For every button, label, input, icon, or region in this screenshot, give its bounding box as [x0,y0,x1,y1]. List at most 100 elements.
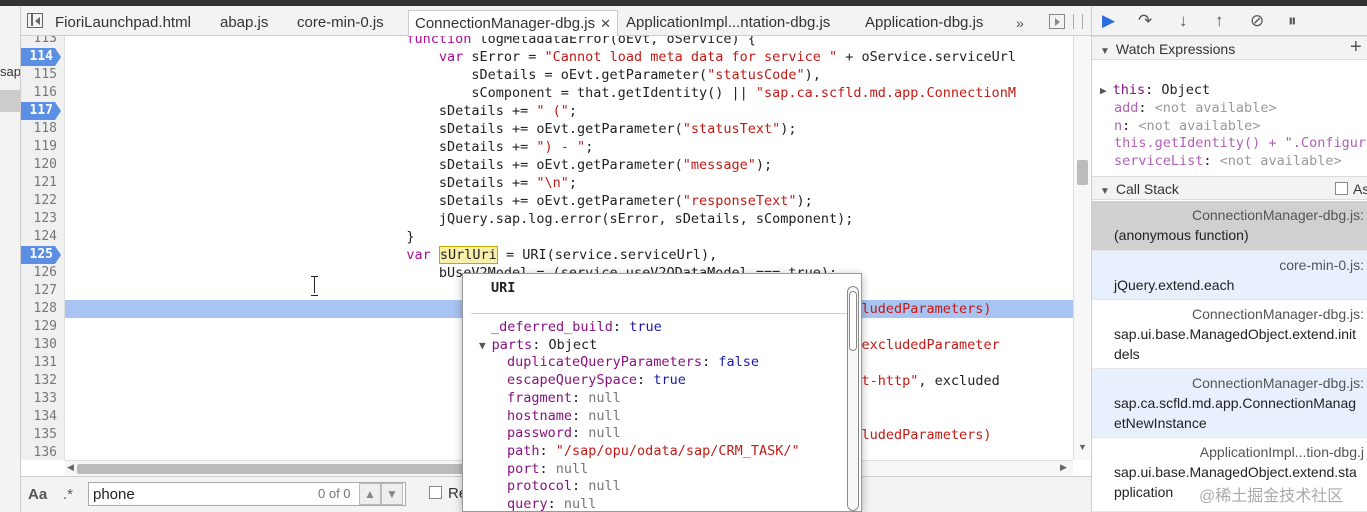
collapse-triangle-icon[interactable]: ▼ [1100,46,1110,57]
tab-abap[interactable]: abap.js [220,10,268,36]
property-value: null [588,425,621,442]
navigator-selected [0,90,20,112]
tab-application[interactable]: Application-dbg.js [865,10,983,36]
property-value: null [588,407,621,424]
breakpoint-line-number[interactable]: 117 [21,102,61,120]
tab-connectionmanager[interactable]: ConnectionManager-dbg.js ✕ [408,10,619,36]
popover-property-row: protocol: null [507,478,621,495]
breakpoint-line-number[interactable]: 125 [21,246,61,264]
property-value: "/sap/opu/odata/sap/CRM_TASK/" [555,442,800,459]
line-number[interactable]: 118 [21,120,64,138]
code-line: sDetails += "\n"; [65,175,578,191]
more-tabs-icon[interactable]: » [1016,15,1024,31]
line-number[interactable]: 129 [21,318,64,336]
line-number[interactable]: 133 [21,390,64,408]
frame-location: core-min-0.js: [1279,257,1364,273]
line-number[interactable]: 122 [21,192,64,210]
tab-core-min[interactable]: core-min-0.js [297,10,384,36]
search-next-button[interactable]: ▼ [381,483,403,505]
resume-icon[interactable]: ▶ [1102,11,1115,31]
line-number[interactable]: 120 [21,156,64,174]
popover-property-row: query: null [507,496,597,512]
popover-property-row: hostname: null [507,407,621,424]
call-stack-frame[interactable]: ConnectionManager-dbg.js: sap.ca.scfld.md… [1092,369,1367,438]
expand-triangle-icon[interactable]: ▼ [479,339,486,352]
code-line: function logMetadataError(oEvt, oService… [406,36,756,47]
object-preview-popover[interactable]: URI _deferred_build: true ▼ parts: Object d… [462,273,862,512]
call-stack-frame[interactable]: core-min-0.js: jQuery.extend.each [1092,251,1367,300]
popover-property-row: path: "/sap/opu/odata/sap/CRM_TASK/" [507,442,800,459]
step-out-icon[interactable]: ↑ [1215,11,1224,31]
line-number[interactable]: 128 [21,300,64,318]
step-over-icon[interactable]: ↷ [1138,11,1152,31]
watch-expressions-header[interactable]: ▼ Watch Expressions + [1092,36,1367,60]
watch-this[interactable]: ▶ this: Object [1100,81,1210,99]
call-stack-frame[interactable]: ConnectionManager-dbg.js: (anonymous func… [1092,201,1367,251]
line-number[interactable]: 119 [21,138,64,156]
debugger-toolbar: ▶ ↷ ↓ ↑ ⊘ ⏸ [1092,6,1367,36]
line-number[interactable]: 115 [21,66,64,84]
breakpoint-line-number[interactable]: 114 [21,48,61,66]
toggle-navigator-icon[interactable] [27,13,43,28]
call-stack-frame[interactable]: ConnectionManager-dbg.js: sap.ui.base.Man… [1092,300,1367,369]
toggle-debugger-icon[interactable] [1049,14,1065,29]
line-number[interactable]: 124 [21,228,64,246]
line-number[interactable]: 136 [21,444,64,460]
regex-button[interactable]: .* [63,486,73,503]
replace-checkbox[interactable] [429,486,442,499]
watch-item[interactable]: n: <not available> [1114,117,1260,135]
line-number[interactable]: 116 [21,84,64,102]
property-key: port [507,460,540,477]
match-case-button[interactable]: Aa [28,486,47,503]
property-value: false [718,354,759,371]
add-watch-icon[interactable]: + [1350,35,1362,59]
hovered-variable[interactable]: sUrlUri [438,246,498,264]
watch-key: add [1114,100,1139,116]
line-number[interactable]: 121 [21,174,64,192]
popover-scrollbar[interactable] [847,286,859,511]
property-key: query [507,496,548,512]
editor-vertical-scrollbar[interactable]: ▼ [1073,36,1090,460]
watch-value: <not available> [1138,117,1261,134]
call-stack-header[interactable]: ▼ Call Stack [1092,176,1367,200]
line-number[interactable]: 123 [21,210,64,228]
scroll-down-icon[interactable]: ▼ [1078,442,1087,452]
line-number[interactable]: 132 [21,372,64,390]
step-into-icon[interactable]: ↓ [1179,11,1188,31]
debugger-sidebar: ▶ ↷ ↓ ↑ ⊘ ⏸ ▼ Watch Expressions + ▶ this: … [1091,6,1367,512]
code-line: sDetails += " ("; [65,103,578,119]
scroll-thumb[interactable] [77,464,477,474]
watch-item[interactable]: add: <not available> [1114,99,1277,117]
search-prev-button[interactable]: ▲ [359,483,381,505]
line-number[interactable]: 131 [21,354,64,372]
scroll-right-icon[interactable]: ▶ [1060,462,1067,473]
scroll-left-icon[interactable]: ◀ [67,462,74,473]
line-number[interactable]: 134 [21,408,64,426]
line-number[interactable]: 127 [21,282,64,300]
tab-fiorilaunchpad[interactable]: FioriLaunchpad.html [55,10,191,36]
popover-property-row: port: null [507,460,589,477]
pause-on-exceptions-icon[interactable]: ⏸ [1288,11,1297,31]
watch-this-key: this [1112,82,1146,98]
line-number[interactable]: 126 [21,264,64,282]
watch-value: <not available> [1154,100,1277,116]
async-checkbox[interactable] [1335,182,1348,195]
line-number[interactable]: 135 [21,426,64,444]
line-number[interactable]: 130 [21,336,64,354]
collapse-triangle-icon[interactable]: ▼ [1100,186,1110,197]
watch-item[interactable]: serviceList: <not available> [1114,152,1342,170]
watch-item[interactable]: this.getIdentity() + ".Configur [1114,134,1366,152]
line-number-gutter[interactable]: 113 114 115 116 117 118 119 120 121 122 123 124 125 1… [21,36,65,460]
tab-applicationimpl[interactable]: ApplicationImpl...ntation-dbg.js [626,10,830,36]
watch-key: n [1114,117,1123,134]
line-number[interactable]: 113 [21,36,64,48]
deactivate-breakpoints-icon[interactable]: ⊘ [1250,11,1264,31]
close-icon[interactable]: ✕ [600,16,611,31]
expand-triangle-icon[interactable]: ▶ [1100,84,1107,97]
watermark: @稀土掘金技术社区 [1199,488,1344,505]
popover-property-row: duplicateQueryParameters: false [507,354,759,371]
scroll-thumb[interactable] [1077,160,1088,185]
popover-property-row[interactable]: ▼ parts: Object [479,336,597,354]
popover-scroll-thumb[interactable] [849,291,857,351]
editor-tab-bar: FioriLaunchpad.html abap.js core-min-0.j… [21,6,1091,36]
